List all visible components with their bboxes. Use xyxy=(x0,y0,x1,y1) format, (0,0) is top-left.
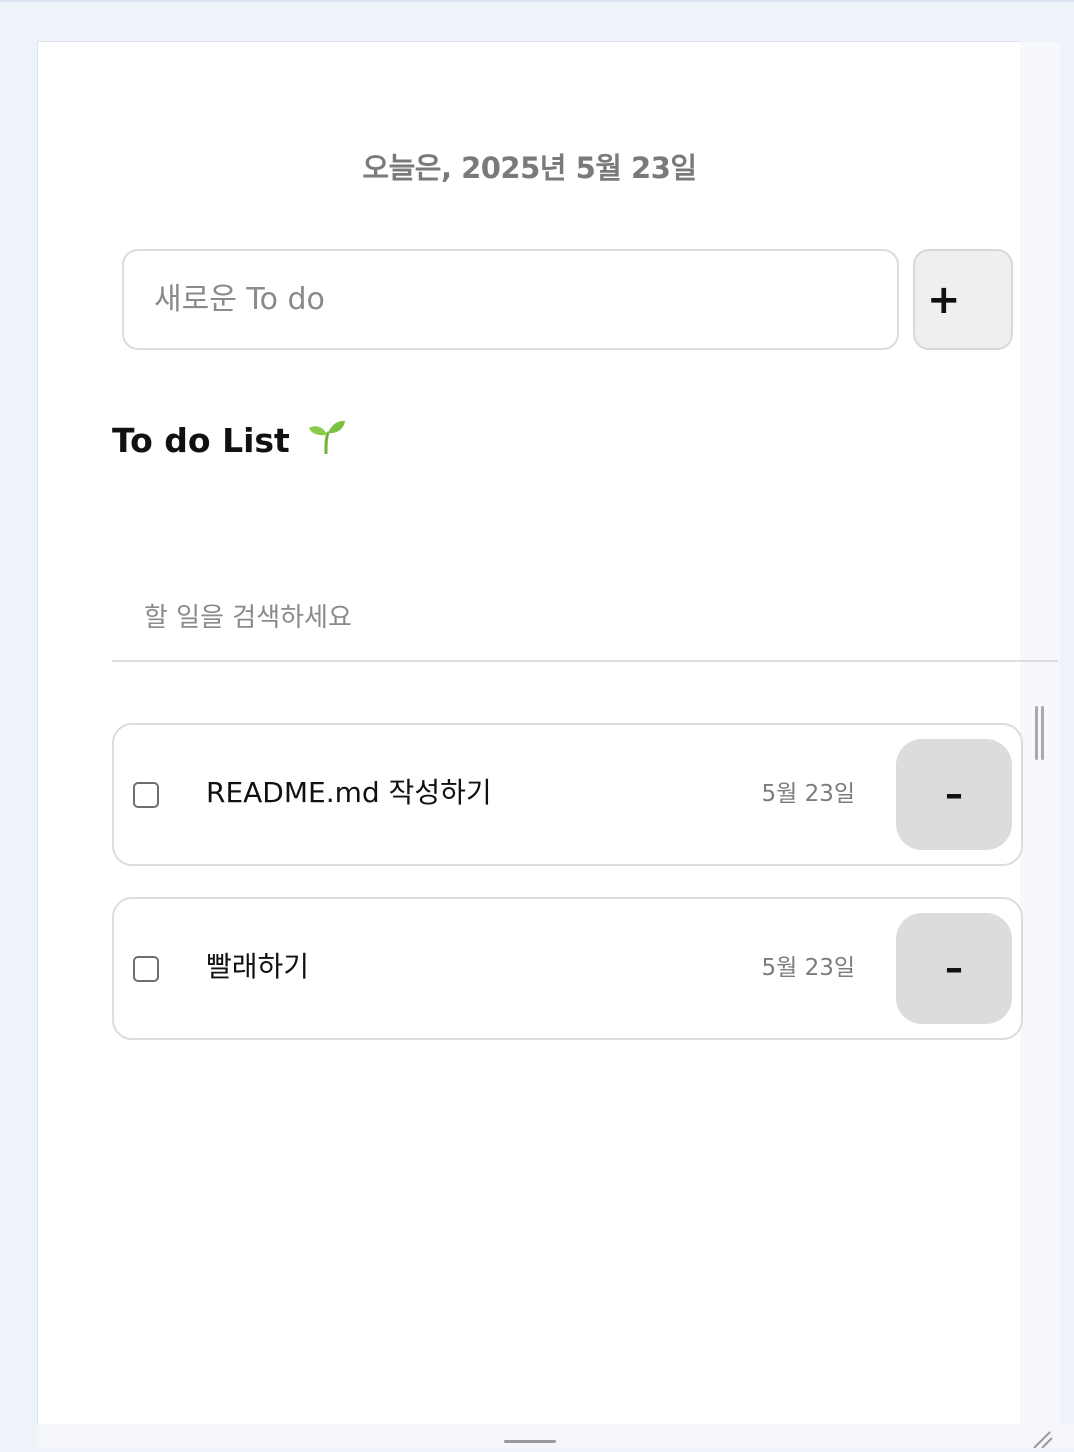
todo-text: 빨래하기 xyxy=(206,950,310,983)
todo-app: 오늘은, 2025년 5월 23일 + To do List README.md… xyxy=(37,41,1058,1424)
todo-text: README.md 작성하기 xyxy=(206,776,492,809)
list-heading: To do List xyxy=(112,416,347,466)
todo-item: README.md 작성하기 5월 23일 – xyxy=(112,723,1023,866)
list-title: To do List xyxy=(112,421,290,460)
todo-date: 5월 23일 xyxy=(761,955,855,981)
remove-todo-button[interactable]: – xyxy=(896,913,1012,1024)
remove-todo-button[interactable]: – xyxy=(896,739,1012,850)
new-todo-input[interactable] xyxy=(122,249,899,350)
bottom-panel-strip xyxy=(37,1424,1074,1448)
resize-grip-icon[interactable] xyxy=(1030,1430,1054,1449)
todo-item: 빨래하기 5월 23일 – xyxy=(112,897,1023,1040)
todo-checkbox[interactable] xyxy=(133,956,159,982)
horizontal-split-handle[interactable] xyxy=(504,1440,556,1443)
todo-date: 5월 23일 xyxy=(761,781,855,807)
date-heading: 오늘은, 2025년 5월 23일 xyxy=(362,151,697,185)
vertical-split-handle[interactable] xyxy=(1034,706,1046,762)
add-todo-button[interactable]: + xyxy=(913,249,1013,350)
sprout-icon xyxy=(307,418,347,468)
todo-checkbox[interactable] xyxy=(133,782,159,808)
window-top-edge xyxy=(0,0,1074,2)
search-input[interactable] xyxy=(112,576,1058,662)
